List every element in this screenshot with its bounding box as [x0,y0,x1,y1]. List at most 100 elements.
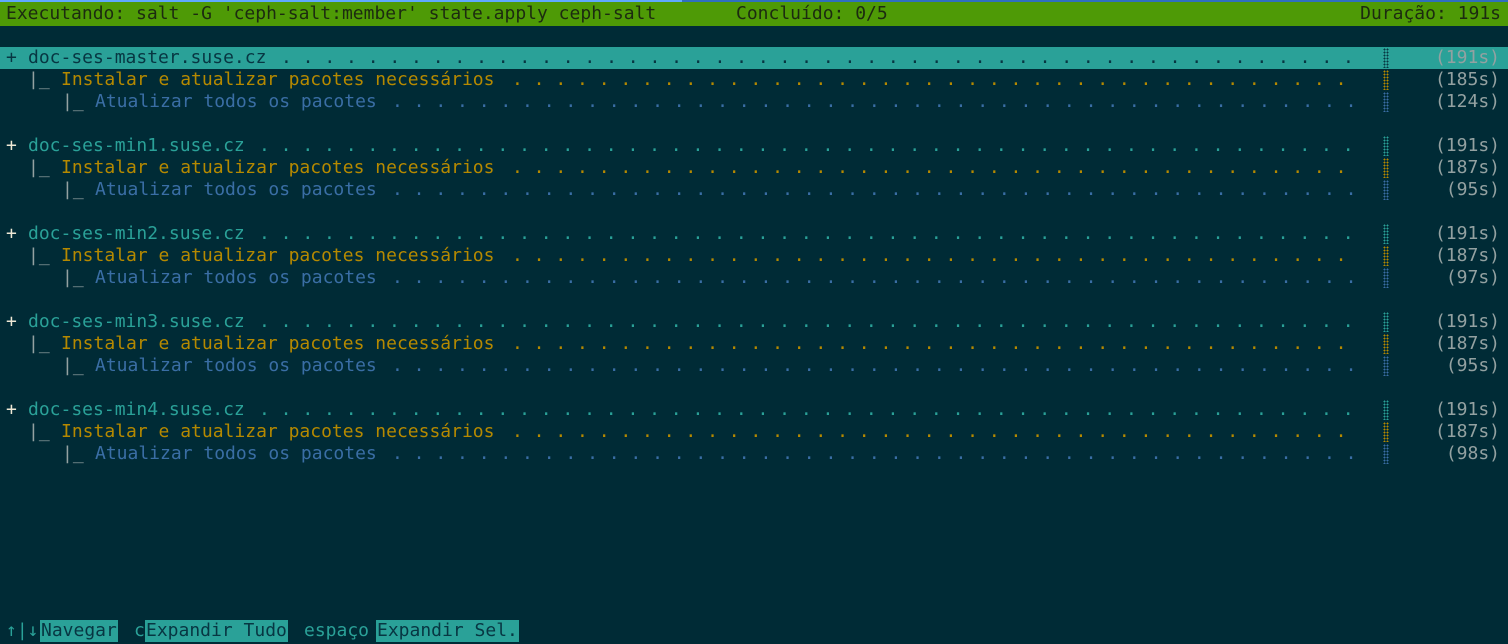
task-label: Instalar e atualizar pacotes necessários [61,421,495,442]
minion-row[interactable]: + doc-ses-min1.suse.cz . . . . . . . . . .… [0,135,1508,157]
dot-leader: . . . . . . . . . . . . . . . . . . . . … [392,91,1358,112]
dot-leader: . . . . . . . . . . . . . . . . . . . . … [392,355,1358,376]
progress-indicator [1383,224,1389,244]
dot-leader: . . . . . . . . . . . . . . . . . . . . … [259,311,1358,332]
task-label: Instalar e atualizar pacotes necessários [61,69,495,90]
tree-branch: |_ [62,179,84,200]
tree-branch: |_ [62,267,84,288]
tree-branch: |_ [28,245,50,266]
dot-leader: . . . . . . . . . . . . . . . . . . . . … [512,245,1358,266]
minion-hostname: doc-ses-master.suse.cz [28,47,267,68]
progress-indicator [1383,92,1389,112]
expand-all-hint[interactable]: Expandir Tudo [145,620,288,642]
expand-all-key: c [134,620,145,641]
dot-leader: . . . . . . . . . . . . . . . . . . . . … [259,223,1358,244]
nav-key: ↑|↓ [6,620,39,641]
task-row[interactable]: |_ Instalar e atualizar pacotes necessári… [0,421,1508,443]
elapsed-time: (191s) [1434,399,1500,420]
expand-toggle-icon[interactable]: + [6,223,17,245]
tree-branch: |_ [28,69,50,90]
elapsed-time: (124s) [1434,91,1500,112]
progress-indicator [1383,356,1389,376]
elapsed-time: (98s) [1445,443,1500,464]
dot-leader: . . . . . . . . . . . . . . . . . . . . … [512,69,1358,90]
elapsed-time: (95s) [1445,355,1500,376]
tree-branch: |_ [28,421,50,442]
task-row[interactable]: |_ Instalar e atualizar pacotes necessári… [0,245,1508,267]
task-row[interactable]: |_ Atualizar todos os pacotes . . . . . . … [0,355,1508,377]
dot-leader: . . . . . . . . . . . . . . . . . . . . … [392,267,1358,288]
task-label: Atualizar todos os pacotes [95,91,377,112]
expand-toggle-icon[interactable]: + [6,399,17,421]
minion-row[interactable]: + doc-ses-master.suse.cz . . . . . . . . .… [0,47,1508,69]
elapsed-time: (187s) [1434,157,1500,178]
task-label: Instalar e atualizar pacotes necessários [61,333,495,354]
progress-indicator [1383,70,1389,90]
task-row[interactable]: |_ Atualizar todos os pacotes . . . . . . … [0,179,1508,201]
task-label: Atualizar todos os pacotes [95,443,377,464]
minion-hostname: doc-ses-min1.suse.cz [28,135,245,156]
elapsed-time: (191s) [1434,223,1500,244]
dot-leader: . . . . . . . . . . . . . . . . . . . . … [259,399,1358,420]
minion-hostname: doc-ses-min2.suse.cz [28,223,245,244]
duration: Duração: 191s [1360,3,1501,24]
task-label: Atualizar todos os pacotes [95,179,377,200]
task-row[interactable]: |_ Instalar e atualizar pacotes necessári… [0,157,1508,179]
running-command: Executando: salt -G 'ceph-salt:member' s… [6,3,657,24]
dot-leader: . . . . . . . . . . . . . . . . . . . . … [512,421,1358,442]
expand-selected-hint[interactable]: Expandir Sel. [376,620,519,642]
tree-branch: |_ [28,333,50,354]
task-row[interactable]: |_ Atualizar todos os pacotes . . . . . . … [0,443,1508,465]
progress-indicator [1383,400,1389,420]
completed-count: Concluído: 0/5 [736,3,888,24]
dot-leader: . . . . . . . . . . . . . . . . . . . . … [392,443,1358,464]
dot-leader: . . . . . . . . . . . . . . . . . . . . … [392,179,1358,200]
progress-indicator [1383,312,1389,332]
elapsed-time: (187s) [1434,421,1500,442]
progress-indicator [1383,444,1389,464]
elapsed-time: (185s) [1434,69,1500,90]
elapsed-time: (191s) [1434,47,1500,68]
elapsed-time: (191s) [1434,311,1500,332]
task-row[interactable]: |_ Atualizar todos os pacotes . . . . . . … [0,267,1508,289]
task-label: Instalar e atualizar pacotes necessários [61,245,495,266]
elapsed-time: (191s) [1434,135,1500,156]
expand-selected-key: espaço [304,620,370,641]
dot-leader: . . . . . . . . . . . . . . . . . . . . … [512,157,1358,178]
tree-branch: |_ [62,91,84,112]
tree-branch: |_ [62,443,84,464]
task-row[interactable]: |_ Instalar e atualizar pacotes necessári… [0,69,1508,91]
progress-indicator [1383,158,1389,178]
progress-indicator [1383,246,1389,266]
dot-leader: . . . . . . . . . . . . . . . . . . . . … [281,47,1358,68]
elapsed-time: (95s) [1445,179,1500,200]
status-header: Executando: salt -G 'ceph-salt:member' s… [0,2,1508,26]
dot-leader: . . . . . . . . . . . . . . . . . . . . … [259,135,1358,156]
navigate-hint[interactable]: Navegar [40,620,118,642]
task-label: Instalar e atualizar pacotes necessários [61,157,495,178]
minion-row[interactable]: + doc-ses-min2.suse.cz . . . . . . . . . .… [0,223,1508,245]
minion-row[interactable]: + doc-ses-min3.suse.cz . . . . . . . . . .… [0,311,1508,333]
elapsed-time: (187s) [1434,245,1500,266]
expand-toggle-icon[interactable]: + [6,311,17,333]
elapsed-time: (97s) [1445,267,1500,288]
tree-branch: |_ [28,157,50,178]
task-row[interactable]: |_ Instalar e atualizar pacotes necessári… [0,333,1508,355]
minion-hostname: doc-ses-min4.suse.cz [28,399,245,420]
task-label: Atualizar todos os pacotes [95,355,377,376]
progress-indicator [1383,48,1389,68]
progress-indicator [1383,422,1389,442]
progress-indicator [1383,180,1389,200]
progress-indicator [1383,136,1389,156]
elapsed-time: (187s) [1434,333,1500,354]
progress-indicator [1383,268,1389,288]
task-label: Atualizar todos os pacotes [95,267,377,288]
task-row[interactable]: |_ Atualizar todos os pacotes . . . . . . … [0,91,1508,113]
expand-toggle-icon[interactable]: + [6,47,17,69]
key-hints-bar: ↑|↓ Navegar c Expandir Tudo espaço Expan… [0,619,519,643]
dot-leader: . . . . . . . . . . . . . . . . . . . . … [512,333,1358,354]
minion-row[interactable]: + doc-ses-min4.suse.cz . . . . . . . . . .… [0,399,1508,421]
expand-toggle-icon[interactable]: + [6,135,17,157]
progress-indicator [1383,334,1389,354]
minion-hostname: doc-ses-min3.suse.cz [28,311,245,332]
